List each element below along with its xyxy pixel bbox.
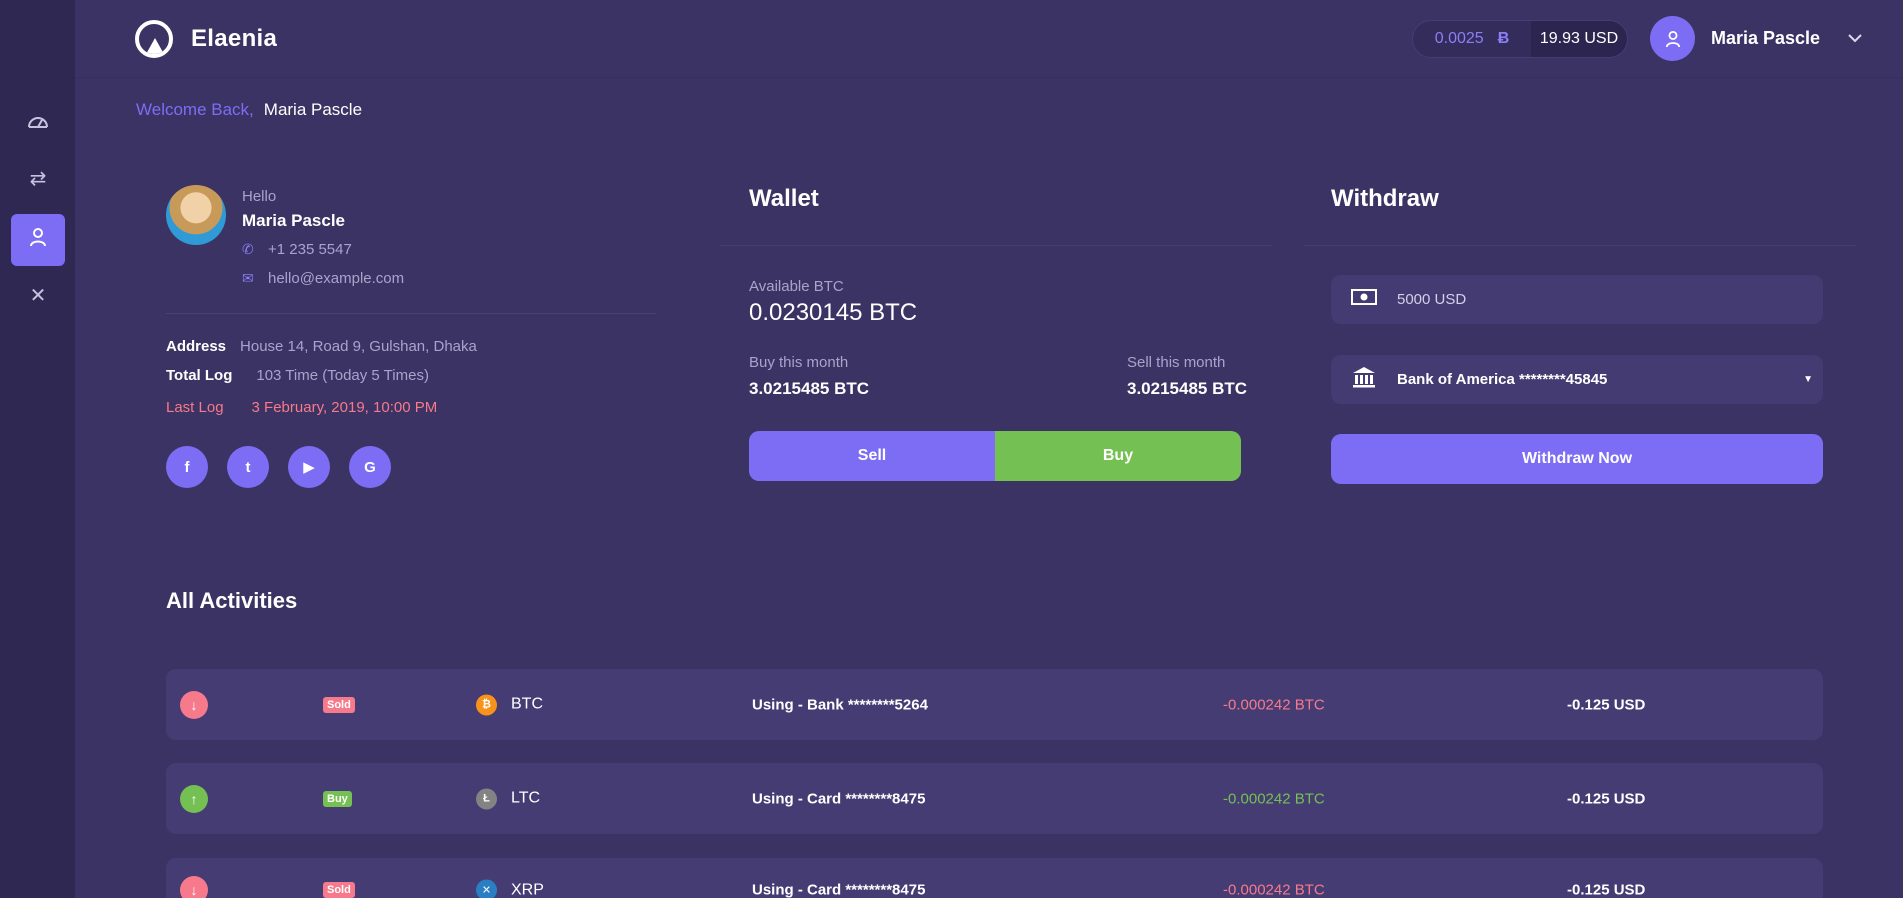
facebook-icon[interactable]: f — [166, 446, 208, 488]
total-log-value: 103 Time (Today 5 Times) — [256, 367, 429, 384]
user-name: Maria Pascle — [1711, 28, 1821, 48]
withdraw-title: Withdraw — [1331, 185, 1439, 212]
divider — [719, 245, 1273, 246]
btc-balance-value: 0.0025 — [1434, 30, 1484, 47]
bank-select-value: Bank of America ********45845 — [1397, 371, 1608, 388]
cash-icon — [1331, 289, 1397, 310]
litecoin-icon: Ł — [476, 788, 497, 809]
divider — [1305, 245, 1855, 246]
google-icon[interactable]: G — [349, 446, 391, 488]
welcome-prefix: Welcome Back, — [136, 100, 254, 119]
user-icon — [29, 227, 47, 253]
profile-email: ✉ hello@example.com — [242, 270, 404, 287]
coin-cell: Ł LTC — [476, 788, 540, 809]
welcome-message: Welcome Back, Maria Pascle — [136, 100, 362, 120]
user-menu[interactable]: Maria Pascle — [1650, 16, 1862, 61]
bank-icon — [1331, 366, 1397, 393]
withdraw-now-button[interactable]: Withdraw Now — [1331, 434, 1823, 484]
bitcoin-icon: ₿ — [476, 694, 497, 715]
total-log-row: Total Log 103 Time (Today 5 Times) — [166, 367, 429, 384]
buy-button[interactable]: Buy — [995, 431, 1241, 481]
coin-symbol: BTC — [511, 695, 543, 713]
coin-symbol: LTC — [511, 789, 541, 807]
logo-icon — [135, 20, 173, 58]
phone-icon: ✆ — [242, 241, 254, 257]
sidebar: ⇄ ✕ — [0, 0, 75, 898]
social-links: f t ▶ G — [166, 446, 391, 488]
payment-method: Using - Bank ********5264 — [752, 696, 928, 713]
available-btc-value: 0.0230145 BTC — [749, 299, 918, 326]
sidebar-item-profile[interactable] — [11, 214, 65, 266]
buy-month-value: 3.0215485 BTC — [749, 379, 870, 398]
divider — [166, 313, 656, 314]
wallet-title: Wallet — [749, 185, 819, 212]
youtube-icon[interactable]: ▶ — [288, 446, 330, 488]
arrow-up-icon: ↑ — [180, 784, 208, 813]
table-row[interactable]: ↓ Sold ✕ XRP Using - Card ********8475 -… — [166, 858, 1823, 898]
profile-avatar — [166, 185, 226, 245]
envelope-icon: ✉ — [242, 270, 254, 286]
last-log-value: 3 February, 2019, 10:00 PM — [251, 399, 438, 416]
balance-pill[interactable]: 0.0025 Ƀ 19.93 USD — [1412, 20, 1628, 58]
avatar — [1650, 16, 1695, 61]
brand-logo[interactable]: Elaenia — [135, 20, 277, 58]
buy-month-label: Buy this month — [749, 354, 849, 371]
sidebar-item-dashboard[interactable] — [11, 97, 65, 149]
profile-greeting: Hello — [242, 188, 277, 205]
usd-amount: -0.125 USD — [1567, 696, 1646, 713]
sidebar-item-settings[interactable]: ✕ — [11, 269, 65, 321]
chevron-down-icon[interactable] — [1848, 30, 1862, 48]
bank-select[interactable]: Bank of America ********45845 ▼ — [1331, 355, 1823, 404]
profile-phone: ✆ +1 235 5547 — [242, 241, 352, 258]
brand-name: Elaenia — [191, 25, 278, 52]
usd-amount: -0.125 USD — [1567, 790, 1646, 807]
table-row[interactable]: ↓ Sold ₿ BTC Using - Bank ********5264 -… — [166, 669, 1823, 740]
crypto-amount: -0.000242 BTC — [1223, 881, 1325, 898]
activities-title: All Activities — [166, 588, 298, 613]
twitter-icon[interactable]: t — [227, 446, 269, 488]
status-badge: Sold — [323, 882, 355, 898]
usd-amount: -0.125 USD — [1567, 881, 1646, 898]
sell-buy-toggle: Sell Buy — [749, 431, 1241, 481]
address-value: House 14, Road 9, Gulshan, Dhaka — [240, 338, 477, 355]
user-icon — [1665, 30, 1680, 47]
withdraw-amount-field[interactable]: 5000 USD — [1331, 275, 1823, 324]
address-row: Address House 14, Road 9, Gulshan, Dhaka — [166, 338, 477, 355]
profile-name: Maria Pascle — [242, 211, 346, 230]
ripple-icon: ✕ — [476, 879, 497, 898]
exchange-icon: ⇄ — [29, 167, 47, 190]
status-badge: Sold — [323, 696, 355, 713]
crypto-amount: -0.000242 BTC — [1223, 696, 1325, 713]
tools-icon: ✕ — [29, 284, 47, 307]
last-log-label: Last Log — [166, 399, 224, 416]
address-label: Address — [166, 338, 227, 355]
sell-month-label: Sell this month — [1127, 354, 1226, 371]
sidebar-item-exchange[interactable]: ⇄ — [11, 152, 65, 204]
caret-down-icon: ▼ — [1803, 374, 1813, 385]
profile-email-value: hello@example.com — [268, 270, 405, 287]
available-btc-label: Available BTC — [749, 278, 844, 295]
payment-method: Using - Card ********8475 — [752, 881, 926, 898]
topbar: Elaenia 0.0025 Ƀ 19.93 USD Maria Pascle — [75, 0, 1903, 78]
last-log-row: Last Log 3 February, 2019, 10:00 PM — [166, 399, 437, 416]
table-row[interactable]: ↑ Buy Ł LTC Using - Card ********8475 -0… — [166, 763, 1823, 834]
bitcoin-icon: Ƀ — [1497, 30, 1510, 47]
btc-balance: 0.0025 Ƀ — [1413, 30, 1531, 48]
arrow-down-icon: ↓ — [180, 876, 208, 898]
total-log-label: Total Log — [166, 367, 233, 384]
usd-balance: 19.93 USD — [1531, 21, 1627, 57]
sell-button[interactable]: Sell — [749, 431, 995, 481]
arrow-down-icon: ↓ — [180, 690, 208, 719]
welcome-name: Maria Pascle — [263, 100, 363, 119]
dashboard-icon — [27, 111, 49, 135]
coin-cell: ₿ BTC — [476, 694, 543, 715]
coin-cell: ✕ XRP — [476, 879, 544, 898]
coin-symbol: XRP — [511, 881, 544, 898]
profile-phone-value: +1 235 5547 — [268, 241, 352, 258]
withdraw-amount-value: 5000 USD — [1397, 291, 1467, 308]
crypto-amount: -0.000242 BTC — [1223, 790, 1325, 807]
payment-method: Using - Card ********8475 — [752, 790, 926, 807]
status-badge: Buy — [323, 790, 352, 807]
sell-month-value: 3.0215485 BTC — [1127, 379, 1248, 398]
